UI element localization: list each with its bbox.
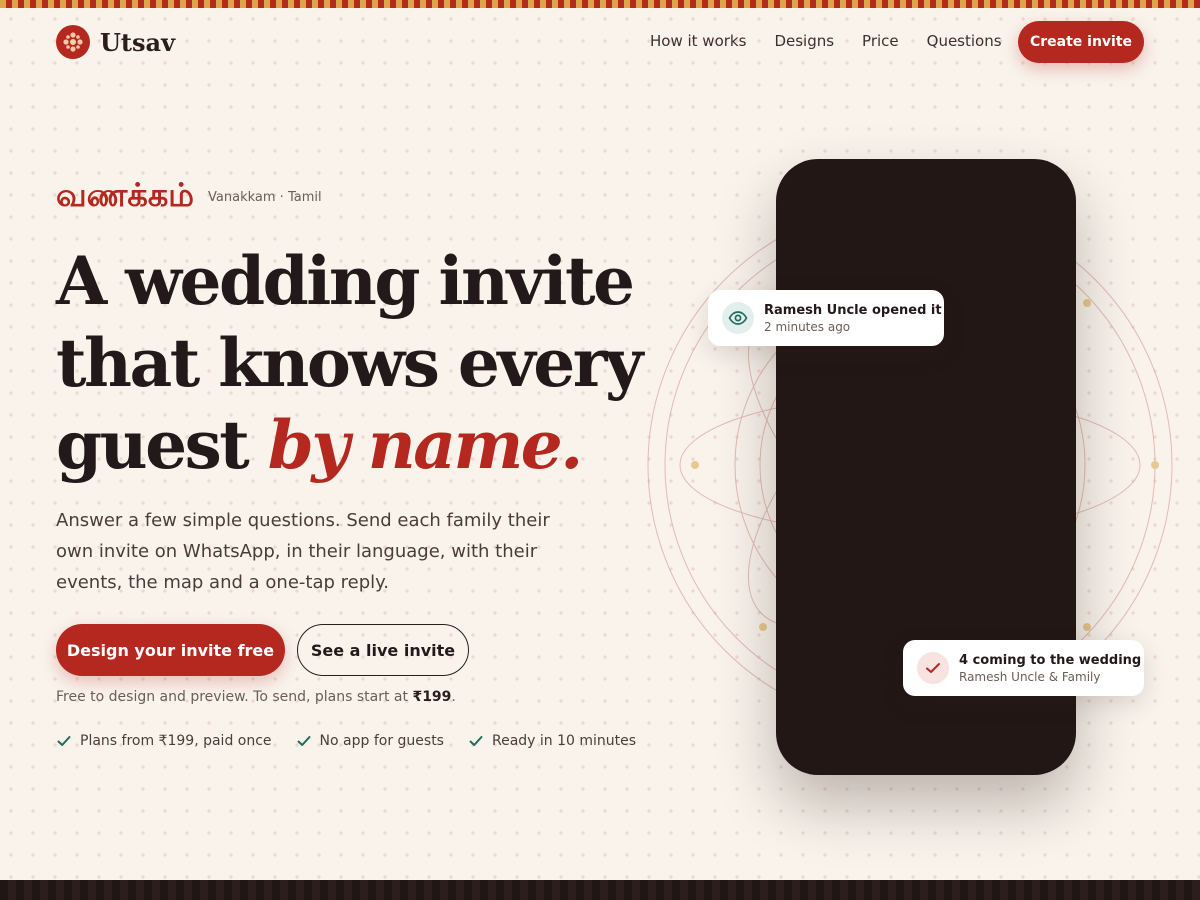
hero-lead: Answer a few simple questions. Send each…	[56, 510, 550, 593]
create-invite-button[interactable]: Create invite	[1018, 21, 1144, 63]
rsvp-notification: 4 coming to the wedding Ramesh Uncle & F…	[903, 640, 1144, 696]
check-icon	[57, 736, 71, 746]
site-header: Utsav How it works Designs Price Questio…	[0, 8, 1200, 74]
feature-label: Ready in 10 minutes	[491, 733, 637, 749]
headline-line-2: that knows every	[56, 324, 643, 402]
check-icon	[469, 736, 483, 746]
eye-icon	[722, 302, 754, 334]
headline-emphasis: by name.	[267, 406, 584, 484]
greeting-caption: Vanakkam · Tamil	[208, 189, 322, 205]
feature-label: No app for guests	[319, 733, 444, 749]
check-icon	[297, 736, 311, 746]
hero-headline: A wedding invite that knows every guest …	[56, 240, 676, 486]
invite-opened-notification: Ramesh Uncle opened it 2 minutes ago	[708, 290, 944, 346]
greeting-native-text: வணக்கம்	[56, 176, 195, 214]
feature-label: Plans from ₹199, paid once	[80, 733, 272, 749]
nav-price[interactable]: Price	[862, 32, 899, 50]
pricing-note-price: ₹199	[412, 689, 452, 705]
rsvp-subtitle: Ramesh Uncle & Family	[959, 669, 1101, 684]
nav-designs[interactable]: Designs	[774, 32, 834, 50]
brand-name: Utsav	[100, 27, 176, 57]
logo[interactable]: Utsav	[56, 25, 175, 59]
headline-line-3: guest	[56, 406, 268, 484]
check-icon	[917, 652, 949, 684]
pricing-note-prefix: Free to design and preview. To send, pla…	[56, 689, 413, 705]
notification-subtitle: 2 minutes ago	[764, 319, 851, 334]
main-nav: How it works Designs Price Questions	[650, 32, 1030, 50]
nav-questions[interactable]: Questions	[927, 32, 1002, 50]
feature-item: Ready in 10 minutes	[468, 733, 636, 749]
see-live-invite-button[interactable]: See a live invite	[297, 624, 469, 676]
pricing-note: Free to design and preview. To send, pla…	[56, 689, 456, 705]
headline-line-1: A wedding invite	[56, 242, 635, 320]
notification-title: Ramesh Uncle opened it	[764, 302, 942, 318]
greeting: வணக்கம் Vanakkam · Tamil	[56, 176, 322, 218]
pricing-note-suffix: .	[451, 689, 456, 705]
bottom-section-edge	[0, 880, 1200, 900]
top-decorative-stripe	[0, 0, 1200, 8]
design-invite-button[interactable]: Design your invite free	[56, 624, 285, 676]
nav-how-it-works[interactable]: How it works	[650, 32, 746, 50]
feature-item: No app for guests	[296, 733, 444, 749]
flower-logo-icon	[56, 25, 90, 59]
feature-item: Plans from ₹199, paid once	[56, 733, 272, 749]
feature-list: Plans from ₹199, paid once No app for gu…	[56, 733, 660, 749]
rsvp-title: 4 coming to the wedding	[959, 652, 1142, 668]
